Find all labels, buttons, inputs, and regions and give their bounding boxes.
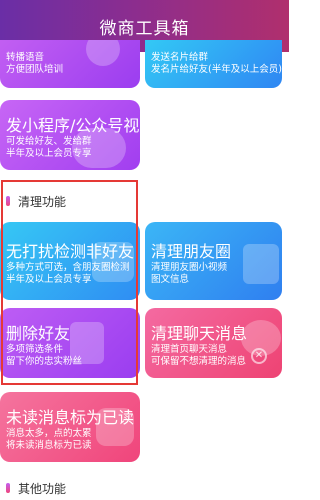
card-line-1: 发送名片给群	[151, 52, 209, 63]
card-title: 未读消息标为已读	[6, 408, 135, 427]
card-title: 清理朋友圈	[151, 242, 232, 261]
delete-friends-card[interactable]: 删除好友 多项筛选条件 留下你的忠实粉丝	[0, 308, 140, 378]
card-line-1: 清理首页聊天消息	[151, 344, 228, 355]
card-line-1: 转播语音	[6, 52, 45, 63]
section-cleanup-header: 清理功能	[0, 189, 289, 213]
card-line-2: 发名片给好友(半年及以上会员)	[151, 64, 282, 75]
card-line-2: 图文信息	[151, 274, 190, 285]
detect-non-friends-card[interactable]: 无打扰检测非好友 多种方式可选，含朋友圈检测 半年及以上会员专享	[0, 222, 140, 300]
card-line-1: 消息太多，点的太累	[6, 428, 92, 439]
mark-unread-as-read-card[interactable]: 未读消息标为已读 消息太多，点的太累 将未读消息标为已读	[0, 392, 140, 462]
section-title: 清理功能	[18, 195, 67, 209]
section-title: 其他功能	[18, 482, 67, 496]
section-other-header: 其他功能	[0, 476, 289, 500]
section-marker-icon	[6, 196, 10, 206]
card-line-1: 多项筛选条件	[6, 344, 64, 355]
broadcast-voice-card[interactable]: 转播语音 方便团队培训	[0, 40, 140, 88]
send-mini-program-card[interactable]: 发小程序/公众号视... 可发给好友、发给群 半年及以上会员专享	[0, 100, 140, 170]
card-title: 清理聊天消息	[151, 324, 248, 343]
card-title: 发小程序/公众号视...	[6, 116, 140, 135]
card-line-2: 可保留不想清理的消息	[151, 356, 247, 367]
card-line-2: 半年及以上会员专享	[6, 148, 92, 159]
card-line-2: 将未读消息标为已读	[6, 440, 92, 451]
card-line-2: 半年及以上会员专享	[6, 274, 92, 285]
card-line-1: 可发给好友、发给群	[6, 136, 92, 147]
card-line-1: 清理朋友圈小视频	[151, 262, 228, 273]
send-card-to-group-card[interactable]: 发送名片给群 发名片给好友(半年及以上会员)	[145, 40, 282, 88]
card-line-1: 多种方式可选，含朋友圈检测	[6, 262, 130, 273]
clean-chat-messages-card[interactable]: ✕ 清理聊天消息 清理首页聊天消息 可保留不想清理的消息	[145, 308, 282, 378]
section-marker-icon	[6, 483, 10, 493]
card-title: 删除好友	[6, 324, 71, 343]
clean-moments-card[interactable]: 清理朋友圈 清理朋友圈小视频 图文信息	[145, 222, 282, 300]
card-title: 无打扰检测非好友	[6, 242, 135, 261]
card-line-2: 方便团队培训	[6, 64, 64, 75]
card-line-2: 留下你的忠实粉丝	[6, 356, 83, 367]
close-icon: ✕	[251, 348, 267, 364]
page-title: 微商工具箱	[99, 18, 190, 39]
